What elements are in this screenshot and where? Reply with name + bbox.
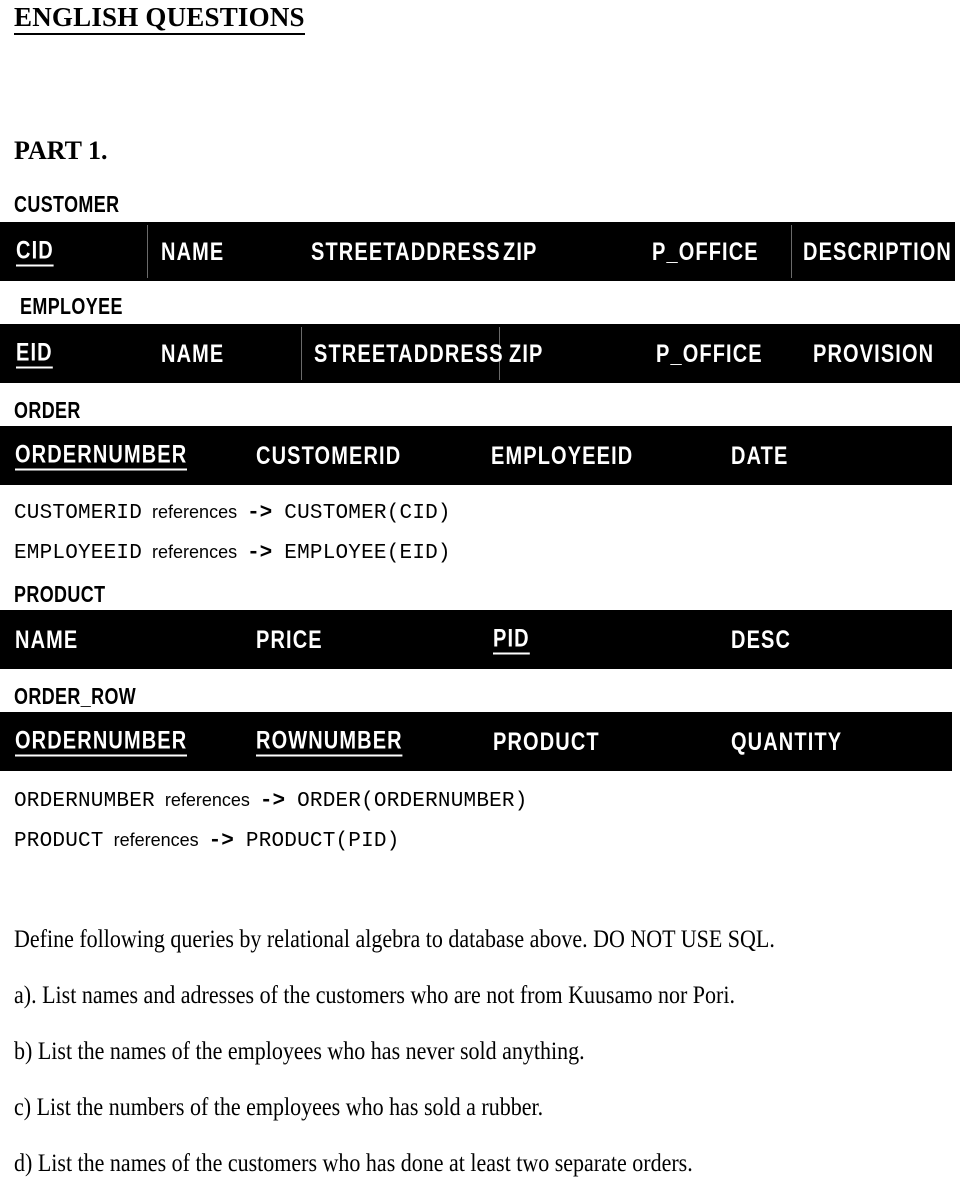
- column-header-eid: EID: [16, 338, 53, 368]
- column-header-date: DATE: [731, 441, 789, 470]
- reference-keyword: references: [152, 502, 238, 522]
- reference-arrow-icon: ->: [247, 542, 273, 565]
- column-header-cid: CID: [16, 236, 54, 266]
- column-header-rownumber: ROWNUMBER: [256, 726, 403, 756]
- column-header-product: PRODUCT: [493, 727, 600, 756]
- column-header-pid: PID: [493, 624, 530, 654]
- table-label-order: ORDER: [14, 397, 81, 423]
- column-divider: [147, 225, 148, 278]
- instruction-lead-in: Define following queries by relational a…: [14, 926, 775, 953]
- table-header-customer: CID NAME STREETADDRESS ZIP P_OFFICE DESC…: [0, 222, 955, 281]
- reference-line-employeeid: EMPLOYEEID references -> EMPLOYEE(EID): [14, 539, 451, 567]
- reference-column: ORDERNUMBER: [14, 790, 155, 813]
- column-header-p-office: P_OFFICE: [652, 237, 759, 266]
- page-title: ENGLISH QUESTIONS: [14, 2, 305, 35]
- reference-column: PRODUCT: [14, 830, 104, 853]
- reference-arrow-icon: ->: [247, 502, 273, 525]
- column-header-ordernumber: ORDERNUMBER: [15, 440, 188, 470]
- part-heading: PART 1.: [14, 136, 108, 165]
- table-label-employee: EMPLOYEE: [20, 293, 123, 319]
- reference-keyword: references: [152, 542, 238, 562]
- column-header-description: DESCRIPTION: [803, 237, 952, 266]
- reference-line-product: PRODUCT references -> PRODUCT(PID): [14, 827, 400, 855]
- column-divider: [301, 327, 302, 380]
- reference-arrow-icon: ->: [208, 830, 234, 853]
- reference-target: PRODUCT(PID): [245, 830, 400, 853]
- table-header-employee: EID NAME STREETADDRESS ZIP P_OFFICE PROV…: [0, 324, 960, 383]
- column-header-p-office: P_OFFICE: [656, 339, 763, 368]
- table-header-product: NAME PRICE PID DESC: [0, 610, 952, 669]
- column-header-employeeid: EMPLOYEEID: [491, 441, 634, 470]
- question-item-b: b) List the names of the employees who h…: [14, 1038, 585, 1065]
- column-header-provision: PROVISION: [813, 339, 935, 368]
- document-page: ENGLISH QUESTIONS PART 1. CUSTOMER CID N…: [0, 0, 960, 1177]
- question-item-a: a). List names and adresses of the custo…: [14, 982, 735, 1009]
- reference-keyword: references: [164, 790, 250, 810]
- table-label-customer: CUSTOMER: [14, 191, 120, 217]
- reference-target: ORDER(ORDERNUMBER): [297, 790, 528, 813]
- reference-target: CUSTOMER(CID): [284, 502, 451, 525]
- column-header-name: NAME: [15, 625, 79, 654]
- reference-keyword: references: [113, 830, 199, 850]
- column-header-price: PRICE: [256, 625, 323, 654]
- reference-line-ordernumber: ORDERNUMBER references -> ORDER(ORDERNUM…: [14, 787, 528, 815]
- table-header-order: ORDERNUMBER CUSTOMERID EMPLOYEEID DATE: [0, 426, 952, 485]
- reference-column: CUSTOMERID: [14, 502, 143, 525]
- column-header-name: NAME: [161, 237, 225, 266]
- table-label-product: PRODUCT: [14, 581, 106, 607]
- column-header-quantity: QUANTITY: [731, 727, 843, 756]
- column-header-zip: ZIP: [503, 237, 538, 266]
- reference-column: EMPLOYEEID: [14, 542, 143, 565]
- column-header-desc: DESC: [731, 625, 792, 654]
- column-header-customerid: CUSTOMERID: [256, 441, 402, 470]
- question-item-c: c) List the numbers of the employees who…: [14, 1094, 544, 1121]
- column-header-name: NAME: [161, 339, 225, 368]
- column-header-zip: ZIP: [509, 339, 544, 368]
- table-header-order-row: ORDERNUMBER ROWNUMBER PRODUCT QUANTITY: [0, 712, 952, 771]
- table-label-order-row: ORDER_ROW: [14, 683, 137, 709]
- reference-target: EMPLOYEE(EID): [284, 542, 451, 565]
- reference-line-customerid: CUSTOMERID references -> CUSTOMER(CID): [14, 499, 451, 527]
- reference-arrow-icon: ->: [259, 790, 286, 813]
- column-divider: [791, 225, 792, 278]
- column-header-ordernumber: ORDERNUMBER: [15, 726, 188, 756]
